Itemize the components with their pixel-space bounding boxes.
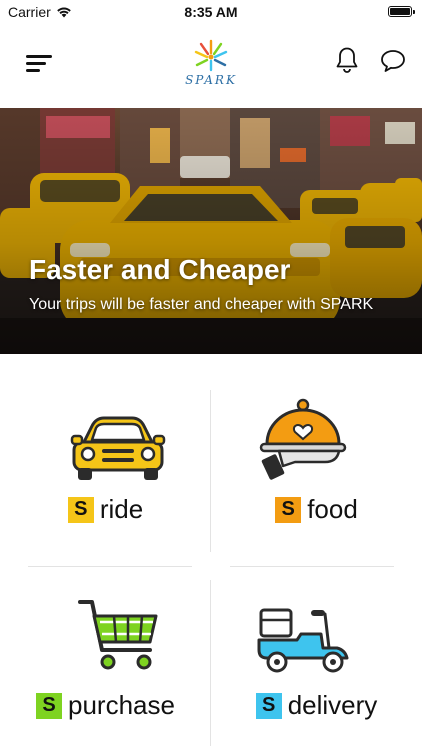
status-time: 8:35 AM [184,4,238,20]
delivery-scooter-icon [257,608,349,673]
chat-button[interactable] [379,48,407,74]
service-name: delivery [287,690,378,720]
bell-icon [336,47,358,73]
grid-divider-horizontal [230,566,394,567]
hero-banner[interactable]: Faster and Cheaper Your trips will be fa… [0,108,422,354]
status-bar: Carrier 8:35 AM [0,0,422,24]
service-tile-food[interactable]: S food [211,390,422,560]
shopping-cart-icon [78,600,158,670]
service-name: food [307,494,358,524]
service-label-ride: S ride [0,494,211,525]
s-badge: S [275,496,302,523]
service-tile-ride[interactable]: S ride [0,390,211,560]
food-cloche-icon [259,398,347,480]
s-badge: S [36,692,63,719]
service-label-delivery: S delivery [211,690,422,721]
hero-street-image [0,108,422,354]
s-badge: S [255,692,282,719]
s-badge: S [67,496,94,523]
notifications-button[interactable] [334,46,360,74]
spark-logo-mark [194,39,228,72]
hamburger-menu-icon [26,55,52,58]
service-label-purchase: S purchase [0,690,211,721]
service-tile-delivery[interactable]: S delivery [211,580,422,750]
spark-logo: SPARK [181,38,241,90]
menu-button[interactable] [26,52,54,74]
battery-icon [388,6,415,17]
hero-subtitle: Your trips will be faster and cheaper wi… [29,296,374,313]
hero-title: Faster and Cheaper [29,254,291,285]
service-label-food: S food [211,494,422,525]
top-nav-bar: SPARK [0,24,422,108]
service-tile-purchase[interactable]: S purchase [0,580,211,750]
service-name: ride [99,494,144,524]
car-icon [70,416,166,480]
logo-text: SPARK [185,73,237,87]
service-name: purchase [68,690,175,720]
grid-divider-horizontal [28,566,192,567]
chat-bubble-icon [381,50,405,72]
